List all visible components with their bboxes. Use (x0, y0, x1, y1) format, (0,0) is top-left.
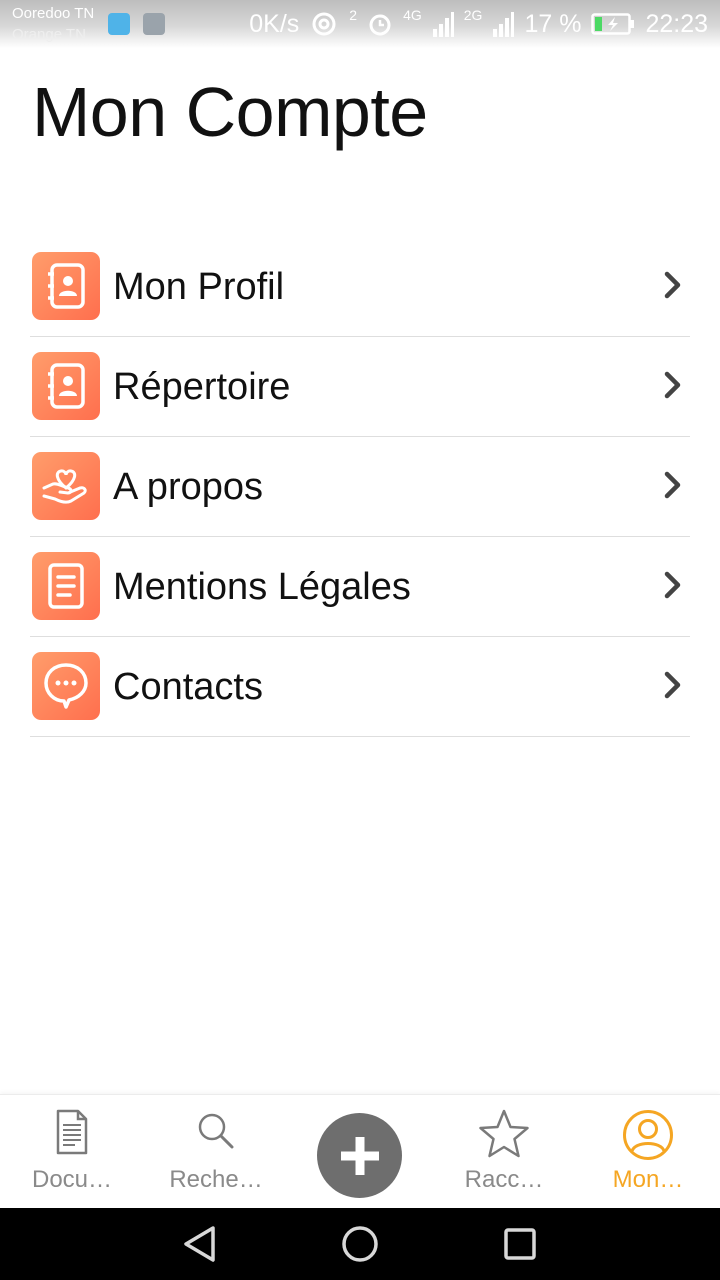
user-circle-icon (622, 1109, 674, 1161)
usb-notification-icon (108, 13, 130, 35)
tab-documents[interactable]: Docu… (0, 1095, 144, 1209)
plus-icon (340, 1136, 379, 1175)
chat-bubble-icon (32, 652, 100, 720)
home-icon[interactable] (340, 1224, 380, 1264)
menu-item-a-propos[interactable]: A propos (30, 437, 690, 537)
carrier-primary: Ooredoo TN (12, 5, 95, 22)
signal-icon (432, 11, 454, 37)
menu-item-label: Répertoire (113, 366, 291, 408)
tab-mon-compte[interactable]: Mon… (576, 1095, 720, 1209)
carrier-secondary: Orange TN (12, 26, 86, 43)
chevron-right-icon (664, 471, 681, 499)
status-indicators: 0K/s 2 4G 2G 17 % 22:23 (249, 8, 708, 40)
document-list-icon (32, 552, 100, 620)
network-type-1: 4G (403, 7, 422, 23)
chevron-right-icon (664, 271, 681, 299)
menu-item-label: Mentions Légales (113, 566, 411, 608)
tab-recherche[interactable]: Reche… (144, 1095, 288, 1209)
menu-item-contacts[interactable]: Contacts (30, 637, 690, 737)
tab-label: Reche… (169, 1166, 263, 1193)
account-menu: Mon Profil Répertoire A propos Mentions … (30, 237, 690, 737)
network-type-2: 2G (463, 7, 483, 23)
hotspot-icon (309, 11, 339, 37)
status-bar: Ooredoo TN Orange TN 0K/s 2 4G 2G 17 % 2… (0, 0, 720, 48)
document-icon (55, 1109, 89, 1155)
image-notification-icon (143, 13, 165, 35)
menu-item-label: Contacts (113, 666, 263, 708)
menu-item-mentions-legales[interactable]: Mentions Légales (30, 537, 690, 637)
menu-item-label: Mon Profil (113, 266, 285, 308)
signal-icon (492, 11, 515, 37)
network-speed: 0K/s (249, 10, 300, 38)
alarm-icon (367, 11, 393, 37)
chevron-right-icon (664, 371, 681, 399)
search-icon (196, 1109, 236, 1153)
tab-label: Docu… (31, 1166, 113, 1193)
recents-icon[interactable] (500, 1224, 540, 1264)
chevron-right-icon (664, 571, 681, 599)
chevron-right-icon (664, 671, 681, 699)
contact-book-icon (32, 352, 100, 420)
battery-percent: 17 % (524, 10, 582, 38)
menu-item-repertoire[interactable]: Répertoire (30, 337, 690, 437)
back-icon[interactable] (180, 1224, 220, 1264)
bottom-nav: Docu… Reche… Racc… Mon… (0, 1094, 720, 1208)
account-screen: Ooredoo TN Orange TN 0K/s 2 4G 2G 17 % 2… (0, 0, 720, 1280)
sim-indicator: 2 (349, 7, 358, 23)
clock: 22:23 (645, 10, 708, 38)
tab-label: Racc… (464, 1166, 544, 1193)
menu-item-label: A propos (113, 466, 263, 508)
page-title: Mon Compte (32, 73, 428, 151)
add-button[interactable] (317, 1113, 402, 1198)
star-icon (478, 1109, 530, 1159)
system-nav-bar (0, 1208, 720, 1280)
tab-raccourcis[interactable]: Racc… (432, 1095, 576, 1209)
battery-charging-icon (591, 12, 635, 36)
hand-heart-icon (32, 452, 100, 520)
contact-book-icon (32, 252, 100, 320)
menu-item-mon-profil[interactable]: Mon Profil (30, 237, 690, 337)
tab-label: Mon… (612, 1166, 684, 1193)
